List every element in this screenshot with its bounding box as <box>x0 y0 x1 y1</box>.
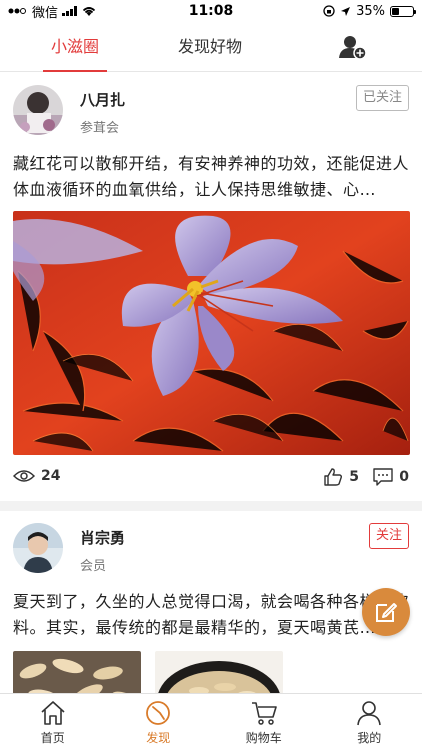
post-image-herb-bowl[interactable] <box>155 651 283 693</box>
add-user-icon <box>339 36 367 60</box>
signal-dots-icon <box>8 8 26 14</box>
battery-icon <box>390 5 416 17</box>
author-group: 参茸会 <box>80 121 120 136</box>
author-name[interactable]: 肖宗勇 <box>80 527 125 548</box>
view-count-value: 24 <box>41 468 61 484</box>
tab-xiaozi-circle[interactable]: 小滋圈 <box>30 22 120 72</box>
followed-button[interactable]: 已关注 <box>355 85 409 111</box>
rotation-lock-icon <box>323 5 335 17</box>
status-time: 11:08 <box>188 3 234 19</box>
battery-percent: 35% <box>356 3 385 19</box>
post-text[interactable]: 夏天到了，久坐的人总觉得口渴，就会喝各种各样的饮料。其实，最传统的都是最精华的，… <box>13 589 409 641</box>
like-button[interactable]: 5 <box>323 467 359 487</box>
post-image-row <box>13 651 409 693</box>
status-bar: 微信 11:08 35% <box>0 0 422 22</box>
comment-icon <box>373 468 393 486</box>
post-separator <box>0 501 422 511</box>
nav-cart-label: 购物车 <box>245 731 282 745</box>
author-group: 会员 <box>80 559 107 574</box>
avatar[interactable] <box>13 523 63 573</box>
nav-mine[interactable]: 我的 <box>317 694 422 750</box>
compass-icon <box>146 701 171 725</box>
nav-discover[interactable]: 发现 <box>106 694 212 750</box>
nav-discover-label: 发现 <box>146 731 171 745</box>
post-image-herb-slices[interactable] <box>13 651 141 693</box>
view-count: 24 <box>13 468 60 484</box>
nav-home[interactable]: 首页 <box>0 694 106 750</box>
post-card[interactable]: 肖宗勇 会员 关注 夏天到了，久坐的人总觉得口渴，就会喝各种各样的饮料。其实，最… <box>0 511 422 693</box>
eye-icon <box>13 470 35 482</box>
bottom-nav: 首页 发现 购物车 我的 <box>0 693 422 750</box>
post-feed[interactable]: 八月扎 参茸会 已关注 藏红花可以散郁开结，有安神养神的功效，还能促进人体血液循… <box>0 73 422 693</box>
home-icon <box>41 701 65 725</box>
top-tab-bar: 小滋圈 发现好物 <box>0 22 422 72</box>
status-right: 35% <box>274 3 416 19</box>
active-tab-indicator <box>43 70 107 72</box>
like-count: 5 <box>349 469 359 485</box>
post-text[interactable]: 藏红花可以散郁开结，有安神养神的功效，还能促进人体血液循环的血氧供给，让人保持思… <box>13 151 409 203</box>
post-image-saffron[interactable] <box>13 211 410 455</box>
tab-xiaozi-circle-label: 小滋圈 <box>50 37 99 56</box>
tab-discover-goods[interactable]: 发现好物 <box>165 22 255 72</box>
tab-discover-goods-label: 发现好物 <box>177 37 242 56</box>
post-header: 肖宗勇 会员 关注 <box>13 511 409 583</box>
compose-post-button[interactable] <box>362 588 410 636</box>
add-friend-button[interactable] <box>339 34 367 60</box>
thumbs-up-icon <box>324 468 343 486</box>
nav-home-label: 首页 <box>40 731 65 745</box>
comment-button[interactable]: 0 <box>373 467 409 486</box>
edit-icon <box>376 603 397 622</box>
status-left: 微信 <box>8 2 148 21</box>
nav-cart[interactable]: 购物车 <box>211 694 317 750</box>
carrier-name: 微信 <box>32 5 59 21</box>
nav-mine-label: 我的 <box>357 731 382 745</box>
comment-count: 0 <box>399 468 409 485</box>
shopping-cart-icon <box>251 702 277 725</box>
wifi-icon <box>82 7 96 16</box>
avatar[interactable] <box>13 85 63 135</box>
post-header: 八月扎 参茸会 已关注 <box>13 73 409 145</box>
cellular-signal-icon <box>62 6 78 16</box>
user-icon <box>357 701 382 726</box>
follow-button[interactable]: 关注 <box>368 523 409 549</box>
post-card[interactable]: 八月扎 参茸会 已关注 藏红花可以散郁开结，有安神养神的功效，还能促进人体血液循… <box>0 73 422 501</box>
author-name[interactable]: 八月扎 <box>80 89 125 110</box>
post-footer: 24 5 0 <box>13 455 409 501</box>
location-arrow-icon <box>341 6 351 16</box>
